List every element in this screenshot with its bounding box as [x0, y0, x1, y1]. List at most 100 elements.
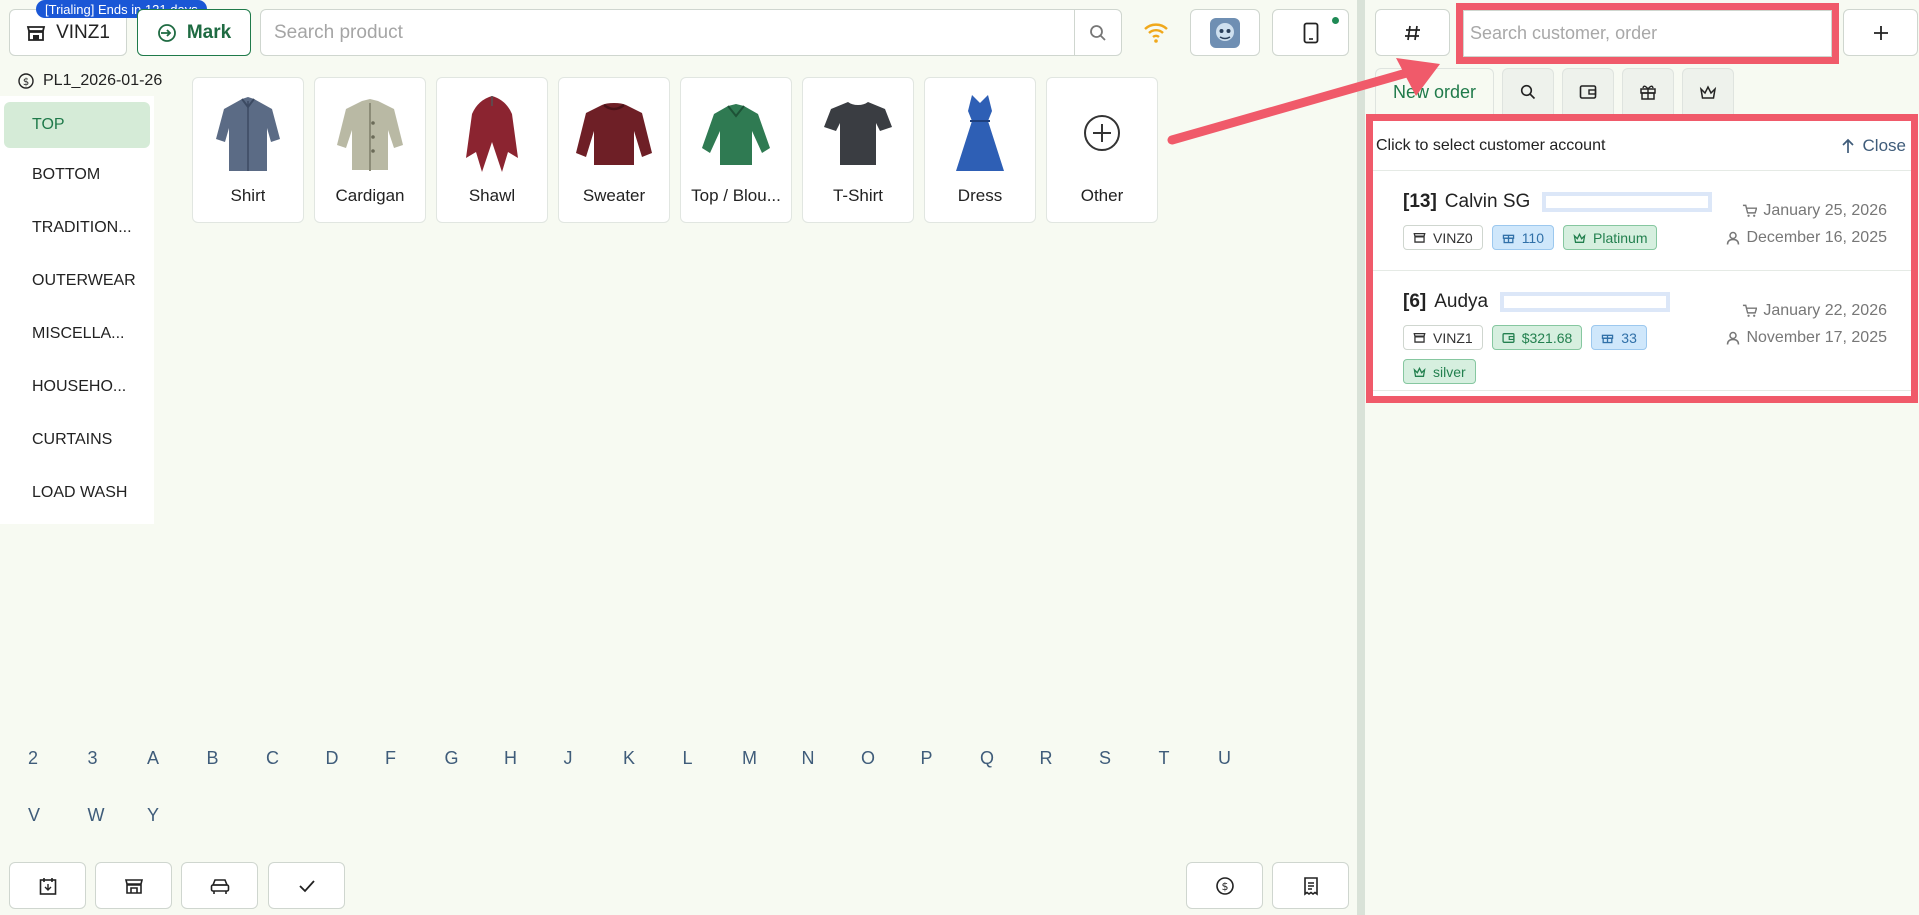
- pricelist-label: PL1_2026-01-26: [43, 72, 163, 89]
- alpha-filter-item[interactable]: D: [320, 748, 380, 769]
- alpha-filter-item[interactable]: H: [498, 748, 558, 769]
- customer-search-input[interactable]: [1463, 10, 1832, 57]
- receipt-button[interactable]: [1272, 862, 1349, 909]
- product-card-sweater[interactable]: Sweater: [558, 77, 670, 223]
- alpha-filter-item[interactable]: 3: [82, 748, 142, 769]
- store-button[interactable]: [95, 862, 172, 909]
- device-button[interactable]: [1272, 9, 1349, 56]
- product-label: Dress: [957, 186, 1003, 205]
- alpha-filter-item[interactable]: F: [379, 748, 439, 769]
- product-label: Sweater: [582, 186, 646, 205]
- product-card-tshirt[interactable]: T-Shirt: [802, 77, 914, 223]
- user-avatar-button[interactable]: [1190, 9, 1260, 56]
- svg-text:$: $: [1221, 880, 1228, 893]
- name-placeholder-bar: [1542, 192, 1713, 212]
- pricelist-indicator[interactable]: $ PL1_2026-01-26: [18, 72, 162, 90]
- alpha-filter-item[interactable]: Y: [141, 805, 201, 826]
- points-tag: 110: [1491, 225, 1555, 250]
- alpha-filter-item[interactable]: P: [915, 748, 975, 769]
- order-number-button[interactable]: [1375, 9, 1450, 56]
- hash-icon: [1404, 25, 1420, 40]
- alpha-filter-item[interactable]: B: [201, 748, 261, 769]
- product-card-cardigan[interactable]: Cardigan: [314, 77, 426, 223]
- product-card-dress[interactable]: Dress: [924, 77, 1036, 223]
- alpha-filter-item[interactable]: V: [22, 805, 82, 826]
- category-item-load-wash[interactable]: LOAD WASH: [0, 466, 154, 519]
- category-sidebar: TOP BOTTOM TRADITION... OUTERWEAR MISCEL…: [0, 96, 154, 524]
- svg-text:$: $: [23, 77, 29, 88]
- delivery-button[interactable]: [181, 862, 258, 909]
- customer-tags: VINZ1 $321.68 33 silver: [1403, 325, 1703, 384]
- alpha-filter-item[interactable]: J: [558, 748, 618, 769]
- alpha-filter-item[interactable]: G: [439, 748, 499, 769]
- customer-row[interactable]: [6] Audya VINZ1 $321.68 33 silver Januar…: [1373, 271, 1911, 391]
- shirt-icon: [203, 88, 293, 178]
- store-tag: VINZ0: [1403, 225, 1483, 250]
- alpha-filter-item[interactable]: S: [1093, 748, 1153, 769]
- arrow-up-icon: [1841, 138, 1854, 153]
- tab-membership[interactable]: [1682, 68, 1734, 115]
- alpha-filter-item[interactable]: R: [1034, 748, 1094, 769]
- store-icon: [1413, 232, 1426, 243]
- add-customer-button[interactable]: [1843, 9, 1918, 56]
- gift-icon: [1602, 334, 1614, 344]
- user-icon: [1727, 231, 1740, 245]
- order-left-pane: VINZ1 [Trialing] Ends in 121 days Mark $…: [0, 0, 1357, 915]
- confirm-button[interactable]: [268, 862, 345, 909]
- alpha-filter-item[interactable]: U: [1212, 748, 1272, 769]
- customer-row[interactable]: [13] Calvin SG VINZ0 110 Platinum Januar…: [1373, 171, 1911, 271]
- check-icon: [298, 879, 315, 892]
- category-item-traditional[interactable]: TRADITION...: [0, 201, 154, 254]
- customer-name-text: Calvin SG: [1444, 191, 1531, 212]
- alpha-filter-item[interactable]: T: [1153, 748, 1213, 769]
- dress-icon: [935, 88, 1025, 178]
- cart-icon: [1743, 304, 1758, 317]
- alpha-filter-item[interactable]: N: [796, 748, 856, 769]
- product-card-other[interactable]: Other: [1046, 77, 1158, 223]
- product-search-button[interactable]: [1074, 10, 1121, 55]
- store-tag: VINZ1: [1403, 325, 1483, 350]
- cardigan-icon: [325, 88, 415, 178]
- customer-id: [6]: [1403, 291, 1427, 312]
- payment-button[interactable]: $: [1186, 862, 1263, 909]
- product-search-input[interactable]: [261, 10, 1074, 55]
- alpha-filter-item[interactable]: M: [736, 748, 796, 769]
- tab-wallet[interactable]: [1562, 68, 1614, 115]
- product-card-shawl[interactable]: Shawl: [436, 77, 548, 223]
- product-card-top-blouse[interactable]: Top / Blou...: [680, 77, 792, 223]
- dollar-circle-icon: $: [1215, 876, 1234, 895]
- category-item-outerwear[interactable]: OUTERWEAR: [0, 254, 154, 307]
- alpha-filter-item[interactable]: 2: [22, 748, 82, 769]
- plus-icon: [1873, 25, 1888, 40]
- alpha-filter-item[interactable]: C: [260, 748, 320, 769]
- tab-gift[interactable]: [1622, 68, 1674, 115]
- joined-date: November 17, 2025: [1726, 324, 1887, 351]
- customer-id: [13]: [1403, 191, 1437, 212]
- alpha-filter-item[interactable]: O: [855, 748, 915, 769]
- last-order-date: January 25, 2026: [1726, 197, 1887, 224]
- search-icon: [1090, 24, 1106, 41]
- category-item-household[interactable]: HOUSEHO...: [0, 360, 154, 413]
- store-icon: [1413, 332, 1426, 343]
- alpha-filter-item[interactable]: W: [82, 805, 142, 826]
- tab-search[interactable]: [1502, 68, 1554, 115]
- close-panel-button[interactable]: Close: [1841, 136, 1906, 156]
- category-item-curtains[interactable]: CURTAINS: [0, 413, 154, 466]
- alpha-filter-item[interactable]: Q: [974, 748, 1034, 769]
- product-card-shirt[interactable]: Shirt: [192, 77, 304, 223]
- alpha-filter-item[interactable]: K: [617, 748, 677, 769]
- annotation-arrow: [1167, 58, 1440, 145]
- tier-tag: Platinum: [1563, 225, 1658, 250]
- blouse-icon: [691, 88, 781, 178]
- category-item-bottom[interactable]: BOTTOM: [0, 148, 154, 201]
- alpha-filter-item[interactable]: L: [677, 748, 737, 769]
- mark-button[interactable]: Mark: [137, 9, 251, 56]
- calendar-button[interactable]: [9, 862, 86, 909]
- alphabet-filter: 2 3 A B C D F G H J K L M N O P Q R S T …: [22, 748, 1322, 826]
- gift-icon: [1640, 85, 1656, 100]
- category-item-top[interactable]: TOP: [4, 102, 150, 148]
- mark-icon: [157, 23, 176, 42]
- alpha-filter-item[interactable]: A: [141, 748, 201, 769]
- category-item-miscellaneous[interactable]: MISCELLA...: [0, 307, 154, 360]
- wifi-icon: [1142, 18, 1170, 46]
